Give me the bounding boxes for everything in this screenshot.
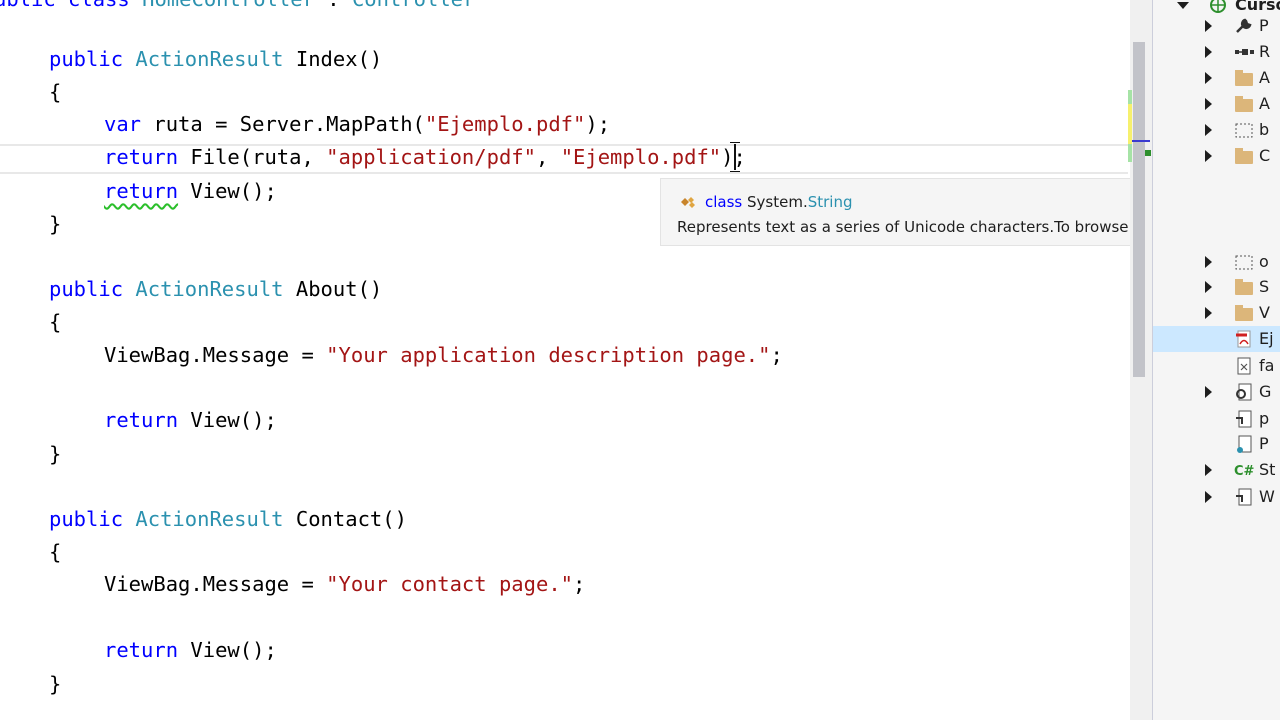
change-marker (1128, 90, 1132, 104)
code-line-brace: } (49, 672, 62, 696)
tree-item-file[interactable]: G (1153, 379, 1280, 405)
code-line-viewbag-contact: ViewBag.Message = "Your contact page."; (104, 572, 586, 596)
code-line-brace: } (49, 212, 62, 236)
wrench-icon (1236, 18, 1252, 33)
expand-arrow-icon[interactable] (1205, 464, 1212, 476)
folder-icon (1233, 303, 1255, 323)
code-line-brace: } (49, 442, 62, 466)
tree-item-folder[interactable]: S (1153, 274, 1280, 300)
text-cursor-icon (730, 142, 740, 172)
unreachable-code-squiggle: return (104, 179, 179, 203)
code-line-brace: { (49, 310, 62, 334)
code-line-viewbag-about: ViewBag.Message = "Your application desc… (104, 343, 783, 367)
caret-position-marker (1132, 140, 1150, 142)
change-marker (1128, 144, 1132, 162)
code-line-index-signature: public ActionResult Index() (49, 47, 383, 71)
tree-item-file[interactable]: p (1153, 406, 1280, 432)
expand-arrow-icon[interactable] (1205, 256, 1212, 268)
csharp-file-icon: C# (1234, 464, 1255, 479)
expand-arrow-icon[interactable] (1205, 281, 1212, 293)
config-file-icon (1236, 383, 1252, 401)
pdf-icon (1236, 330, 1251, 348)
tree-item-folder[interactable]: o (1153, 249, 1280, 275)
solution-explorer: Curso P R A A b C o S (1152, 0, 1280, 720)
tree-item-file[interactable]: W (1153, 484, 1280, 510)
tree-item-references[interactable]: R (1153, 39, 1280, 65)
expand-arrow-icon[interactable] (1205, 386, 1212, 398)
code-line-var-ruta: var ruta = Server.MapPath("Ejemplo.pdf")… (104, 112, 611, 136)
tree-item-file[interactable]: fa (1153, 353, 1280, 379)
tree-item-file[interactable]: C# St (1153, 457, 1280, 483)
expand-arrow-icon[interactable] (1205, 124, 1212, 136)
code-line-brace: { (49, 80, 62, 104)
tooltip-signature: class System.String (679, 193, 853, 211)
class-icon (681, 197, 695, 208)
tree-item-folder[interactable]: V (1153, 300, 1280, 326)
tree-item-folder[interactable]: A (1153, 91, 1280, 117)
scrollbar-thumb[interactable] (1133, 42, 1145, 377)
code-line-return-file: return File(ruta, "application/pdf", "Ej… (104, 145, 746, 169)
code-line-return-view-unreachable: return View(); (104, 179, 277, 203)
collapse-arrow-icon[interactable] (1177, 2, 1189, 9)
folder-icon (1233, 277, 1255, 297)
expand-arrow-icon[interactable] (1205, 98, 1212, 110)
code-line-return-view: return View(); (104, 408, 277, 432)
dotted-folder-icon (1235, 255, 1253, 270)
tree-item-folder[interactable]: b (1153, 117, 1280, 143)
expand-arrow-icon[interactable] (1205, 46, 1212, 58)
tree-item-pdf-selected[interactable]: Ej (1153, 326, 1280, 352)
code-line-return-view: return View(); (104, 638, 277, 662)
references-icon (1235, 49, 1254, 55)
expand-arrow-icon[interactable] (1205, 72, 1212, 84)
page-icon (1237, 435, 1252, 453)
expand-arrow-icon[interactable] (1205, 20, 1212, 32)
tree-item-folder[interactable]: C (1153, 143, 1280, 169)
config-file-icon (1236, 488, 1252, 506)
code-editor[interactable]: ublic class HomeController : Controller … (0, 0, 1130, 720)
expand-arrow-icon[interactable] (1205, 491, 1212, 503)
svg-text:C#: C# (1234, 464, 1255, 479)
code-line-contact-signature: public ActionResult Contact() (49, 507, 407, 531)
code-line-class-declaration: ublic class HomeController : Controller (0, 0, 475, 16)
tree-item-file[interactable]: P (1153, 431, 1280, 457)
expand-arrow-icon[interactable] (1205, 307, 1212, 319)
expand-arrow-icon[interactable] (1205, 150, 1212, 162)
warning-marker (1145, 150, 1151, 156)
dotted-folder-icon (1235, 123, 1253, 138)
code-line-brace: { (49, 540, 62, 564)
folder-icon (1233, 68, 1255, 88)
folder-icon (1233, 146, 1255, 166)
folder-icon (1233, 94, 1255, 114)
code-line-about-signature: public ActionResult About() (49, 277, 383, 301)
config-file-icon (1236, 410, 1252, 428)
file-icon (1237, 357, 1251, 375)
tree-item-properties[interactable]: P (1153, 13, 1280, 39)
tree-item-folder[interactable]: A (1153, 65, 1280, 91)
change-marker (1128, 104, 1132, 144)
